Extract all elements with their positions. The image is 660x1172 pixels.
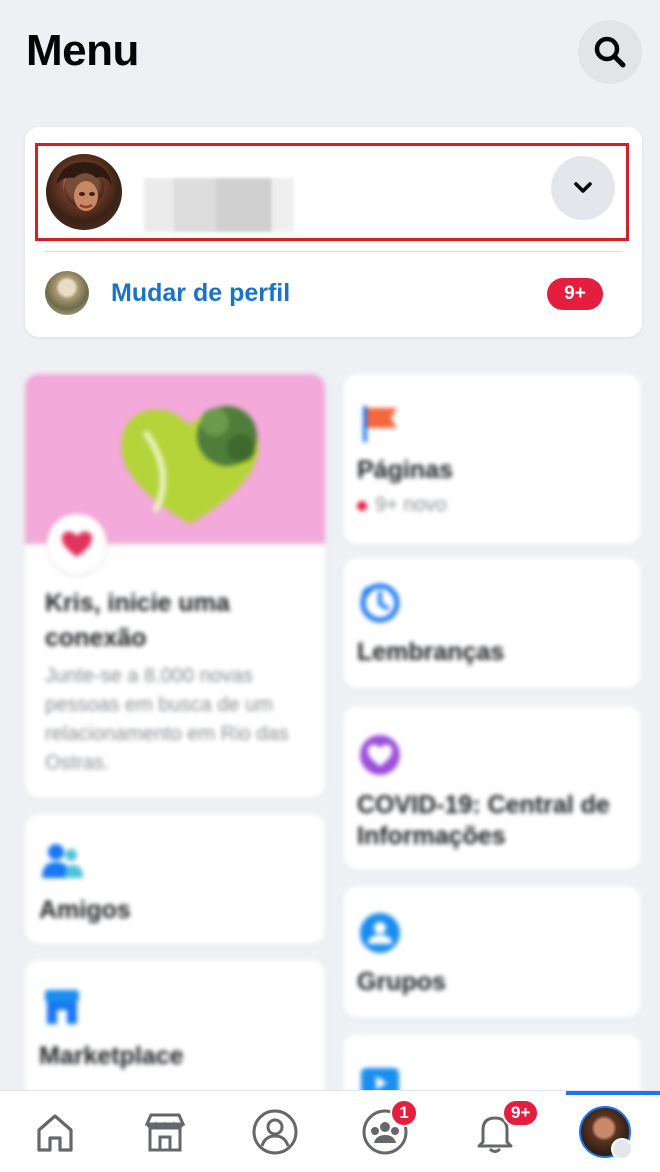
pages-subtitle: 9+ novo: [375, 494, 447, 516]
divider: [45, 251, 623, 252]
tab-notifications[interactable]: 9+: [440, 1091, 550, 1172]
groups-icon: [360, 913, 400, 953]
dating-title: Kris, inicie uma conexão: [45, 589, 230, 652]
dating-heart-icon: [47, 514, 107, 574]
covid-heart-icon: [360, 735, 400, 775]
menu-icon: [611, 1138, 633, 1160]
notifications-badge: 9+: [502, 1099, 540, 1127]
covid-label: COVID-19: Central de Informações: [357, 791, 610, 850]
tab-marketplace[interactable]: [110, 1091, 220, 1172]
avatar-photo: [56, 162, 112, 211]
friends-label: Amigos: [39, 896, 131, 924]
chevron-down-icon: [574, 182, 592, 193]
pages-label: Páginas: [357, 456, 453, 484]
dating-tile[interactable]: Kris, inicie uma conexão Junte-se a 8.00…: [25, 374, 325, 798]
marketplace-store-icon: [144, 1113, 186, 1152]
page-title: Menu: [26, 26, 139, 75]
new-dot: [357, 500, 367, 511]
notification-badge: 9+: [547, 278, 603, 310]
tab-home[interactable]: [0, 1091, 110, 1172]
header: Menu: [0, 0, 660, 110]
friends-icon: [42, 844, 83, 878]
pages-new-count: 9+ novo: [357, 494, 447, 517]
flag-icon: [363, 406, 397, 442]
profile-icon: [252, 1109, 298, 1155]
groups-label: Grupos: [357, 968, 446, 996]
menu-avatar: [579, 1106, 633, 1160]
home-icon: [37, 1114, 73, 1152]
secondary-avatar: [45, 271, 89, 315]
search-icon: [594, 36, 626, 68]
marketplace-label: Marketplace: [39, 1042, 184, 1070]
tab-menu[interactable]: [550, 1091, 660, 1172]
heart-illustration: [121, 406, 259, 524]
tab-profile[interactable]: [220, 1091, 330, 1172]
dating-description: Junte-se a 8.000 novas pessoas em busca …: [45, 665, 289, 774]
profile-dropdown-button[interactable]: [551, 156, 615, 220]
memories-clock-icon: [360, 583, 400, 623]
tab-groups[interactable]: 1: [330, 1091, 440, 1172]
marketplace-icon: [45, 990, 79, 1024]
profile-name-redacted: [144, 178, 294, 232]
profile-card: Mudar de perfil 9+: [25, 127, 642, 337]
avatar[interactable]: [46, 154, 122, 230]
groups-badge: 1: [390, 1099, 418, 1127]
search-button[interactable]: [578, 20, 642, 84]
memories-label: Lembranças: [357, 638, 505, 666]
profile-row[interactable]: [35, 143, 629, 241]
shortcut-covid[interactable]: COVID-19: Central de Informações: [343, 706, 641, 870]
bottom-nav: 1 9+: [0, 1090, 660, 1172]
shortcut-groups[interactable]: Grupos: [343, 886, 641, 1018]
switch-profile-row[interactable]: Mudar de perfil 9+: [45, 267, 623, 323]
shortcut-pages[interactable]: Páginas 9+ novo: [343, 374, 641, 544]
shortcut-memories[interactable]: Lembranças: [343, 558, 641, 688]
shortcut-marketplace[interactable]: Marketplace: [25, 960, 325, 1100]
shortcuts-grid: Kris, inicie uma conexão Junte-se a 8.00…: [0, 360, 660, 1154]
switch-profile-link[interactable]: Mudar de perfil: [111, 279, 290, 308]
shortcut-friends[interactable]: Amigos: [25, 814, 325, 944]
